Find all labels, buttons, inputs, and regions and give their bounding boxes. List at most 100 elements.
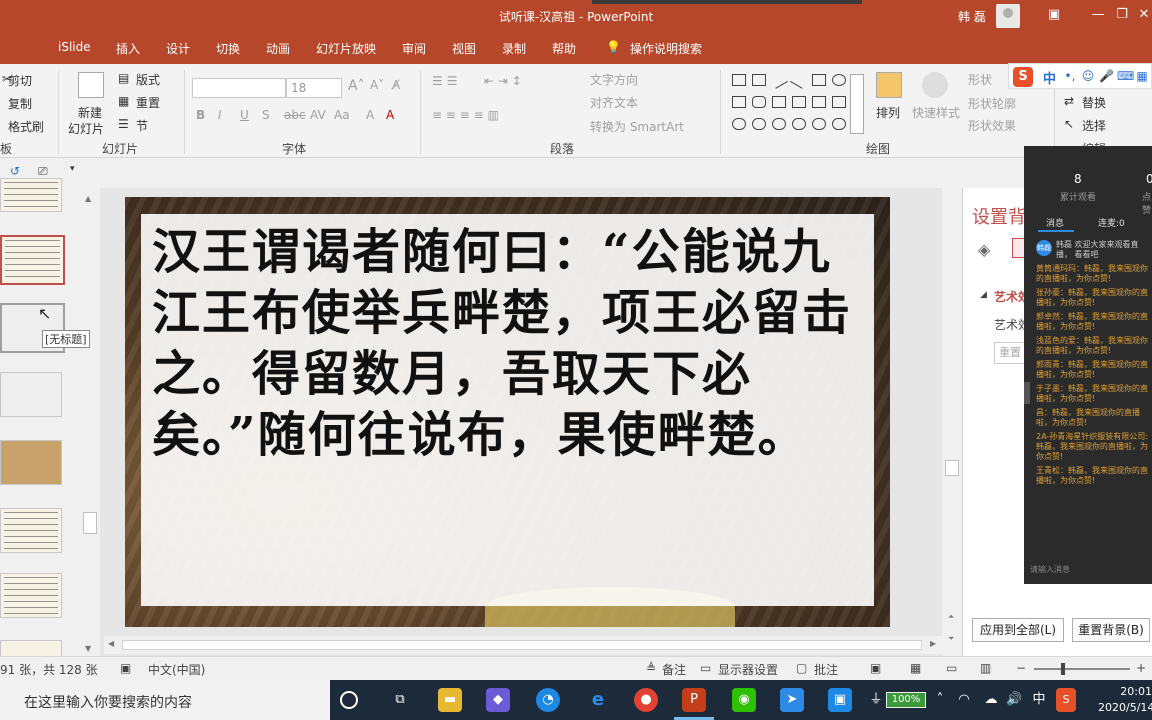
- quick-styles-button[interactable]: 快速样式: [912, 104, 960, 121]
- layout-button[interactable]: 版式: [136, 71, 160, 88]
- customize-icon[interactable]: ▾: [70, 164, 75, 174]
- tab-record[interactable]: 录制: [502, 40, 526, 57]
- tab-design[interactable]: 设计: [166, 40, 190, 57]
- bullets-icon[interactable]: ☰ ☰: [432, 74, 457, 88]
- fill-icon[interactable]: ◈: [978, 240, 990, 259]
- align-icons[interactable]: ≡ ≡ ≡ ≡ ▥: [432, 108, 499, 122]
- underline-button[interactable]: U: [240, 108, 249, 122]
- more-icon[interactable]: ▦: [1135, 69, 1149, 83]
- tab-help[interactable]: 帮助: [552, 40, 576, 57]
- reset-field[interactable]: 重置: [994, 342, 1026, 364]
- collapse-icon[interactable]: ◢: [980, 290, 987, 300]
- shrink-font-icon[interactable]: A˅: [370, 78, 384, 92]
- slide-scrollbar[interactable]: ⏶ ⏷: [942, 188, 962, 656]
- new-slide-dropdown[interactable]: 幻灯片: [68, 120, 104, 137]
- ime-mode[interactable]: 中: [1043, 68, 1056, 87]
- accessibility-icon[interactable]: ▣: [120, 661, 131, 675]
- tray-chevron-icon[interactable]: ˄: [932, 688, 948, 712]
- zoom-out-icon[interactable]: −: [1016, 661, 1026, 675]
- keyboard-icon[interactable]: ⌨: [1117, 69, 1134, 83]
- scroll-thumb[interactable]: [83, 512, 97, 534]
- wifi-icon[interactable]: ◠: [956, 688, 972, 712]
- app-icon[interactable]: ◔: [536, 688, 560, 712]
- cloud-icon[interactable]: ☁: [982, 688, 1000, 712]
- new-slide-button[interactable]: 新建: [78, 104, 102, 121]
- slide-thumbnail-selected[interactable]: [0, 235, 65, 285]
- italic-button[interactable]: I: [218, 108, 222, 122]
- slideshow-icon[interactable]: ▥: [980, 661, 991, 675]
- slide-thumbnail[interactable]: [0, 440, 62, 485]
- horizontal-scrollbar[interactable]: ◀ ▶: [104, 636, 944, 654]
- battery-indicator[interactable]: 100%: [886, 692, 926, 708]
- punctuation-icon[interactable]: •,: [1063, 69, 1077, 83]
- spacing-button[interactable]: AV: [310, 108, 326, 122]
- font-color-icon[interactable]: A: [386, 108, 394, 122]
- chrome-icon[interactable]: ●: [634, 688, 658, 712]
- thumbnail-scrollbar[interactable]: ▲ ▼: [82, 192, 98, 656]
- scroll-up-icon[interactable]: ▲: [85, 194, 91, 203]
- comments-button[interactable]: 批注: [814, 661, 838, 678]
- user-name[interactable]: 韩 磊: [958, 8, 986, 25]
- highlight-icon[interactable]: A: [366, 108, 374, 122]
- next-slide-icon[interactable]: ⏷: [948, 634, 954, 644]
- file-explorer-icon[interactable]: ▬: [438, 688, 462, 712]
- notes-button[interactable]: 备注: [662, 661, 686, 678]
- reset-background-button[interactable]: 重置背景(B): [1072, 618, 1150, 642]
- format-painter-button[interactable]: 格式刷: [8, 118, 44, 135]
- emoji-icon[interactable]: ☺: [1081, 69, 1095, 83]
- sogou-tray-icon[interactable]: S: [1056, 688, 1076, 712]
- align-text-button[interactable]: 对齐文本: [590, 94, 638, 111]
- clock[interactable]: 20:01 2020/5/14: [1098, 684, 1152, 716]
- chat-input[interactable]: 请输入消息: [1030, 564, 1070, 575]
- arrange-button[interactable]: 排列: [876, 104, 900, 121]
- clear-format-icon[interactable]: A̸: [392, 78, 400, 92]
- copy-button[interactable]: 复制: [8, 95, 32, 112]
- slide-thumbnail[interactable]: [0, 573, 62, 618]
- minimize-button[interactable]: —: [1088, 6, 1108, 24]
- tab-slideshow[interactable]: 幻灯片放映: [316, 40, 376, 57]
- indent-icon[interactable]: ⇤ ⇥ ↕: [484, 74, 522, 88]
- redo-icon[interactable]: ↺: [10, 164, 20, 178]
- zoom-in-icon[interactable]: +: [1136, 661, 1146, 675]
- presenter-icon[interactable]: ⎚: [38, 164, 48, 179]
- tab-transitions[interactable]: 切换: [216, 40, 240, 57]
- tab-review[interactable]: 审阅: [402, 40, 426, 57]
- scroll-right-icon[interactable]: ▶: [930, 639, 936, 648]
- font-family-select[interactable]: [192, 78, 286, 98]
- smartart-button[interactable]: 转换为 SmartArt: [590, 118, 684, 135]
- ime-indicator[interactable]: 中: [1030, 688, 1048, 712]
- close-button[interactable]: ✕: [1134, 6, 1152, 24]
- tab-mic[interactable]: 连麦:0: [1098, 216, 1125, 229]
- zoom-slider-thumb[interactable]: [1060, 663, 1065, 675]
- taskbar-search[interactable]: 在这里输入你要搜索的内容: [0, 680, 330, 720]
- tell-me-search[interactable]: 操作说明搜索: [630, 40, 702, 57]
- section-button[interactable]: 节: [136, 117, 148, 134]
- shadow-button[interactable]: S: [262, 108, 270, 122]
- select-button[interactable]: 选择: [1082, 117, 1106, 134]
- wechat-icon[interactable]: ◉: [732, 688, 756, 712]
- tab-animations[interactable]: 动画: [266, 40, 290, 57]
- shape-fill-button[interactable]: 形状: [968, 71, 992, 88]
- prev-slide-icon[interactable]: ⏶: [948, 612, 954, 622]
- change-case-button[interactable]: Aa: [334, 108, 350, 122]
- text-direction-button[interactable]: 文字方向: [590, 71, 638, 88]
- slide-body-text[interactable]: 汉王谓谒者随何曰：“公能说九江王布使举兵畔楚，项王必留击之。得留数月，吾取天下必…: [152, 222, 877, 466]
- zoom-slider[interactable]: [1034, 668, 1130, 670]
- grow-font-icon[interactable]: A˄: [348, 78, 365, 94]
- bold-button[interactable]: B: [196, 108, 205, 122]
- tab-messages[interactable]: 消息: [1046, 216, 1064, 229]
- scroll-down-icon[interactable]: ▼: [85, 644, 91, 653]
- notes-icon[interactable]: ≜: [646, 661, 656, 675]
- collapse-handle[interactable]: [1024, 382, 1030, 404]
- maximize-button[interactable]: ❐: [1112, 6, 1132, 24]
- app-icon[interactable]: ◆: [486, 688, 510, 712]
- ribbon-display-icon[interactable]: ▣: [1044, 6, 1064, 24]
- volume-icon[interactable]: 🔊: [1006, 688, 1022, 712]
- app-icon[interactable]: ➤: [780, 688, 804, 712]
- edge-browser-icon[interactable]: e: [586, 688, 610, 712]
- slide-thumbnail[interactable]: [0, 178, 62, 212]
- reading-view-icon[interactable]: ▭: [946, 661, 957, 675]
- replace-button[interactable]: 替换: [1082, 94, 1106, 111]
- tab-view[interactable]: 视图: [452, 40, 476, 57]
- display-icon[interactable]: ▭: [700, 661, 711, 675]
